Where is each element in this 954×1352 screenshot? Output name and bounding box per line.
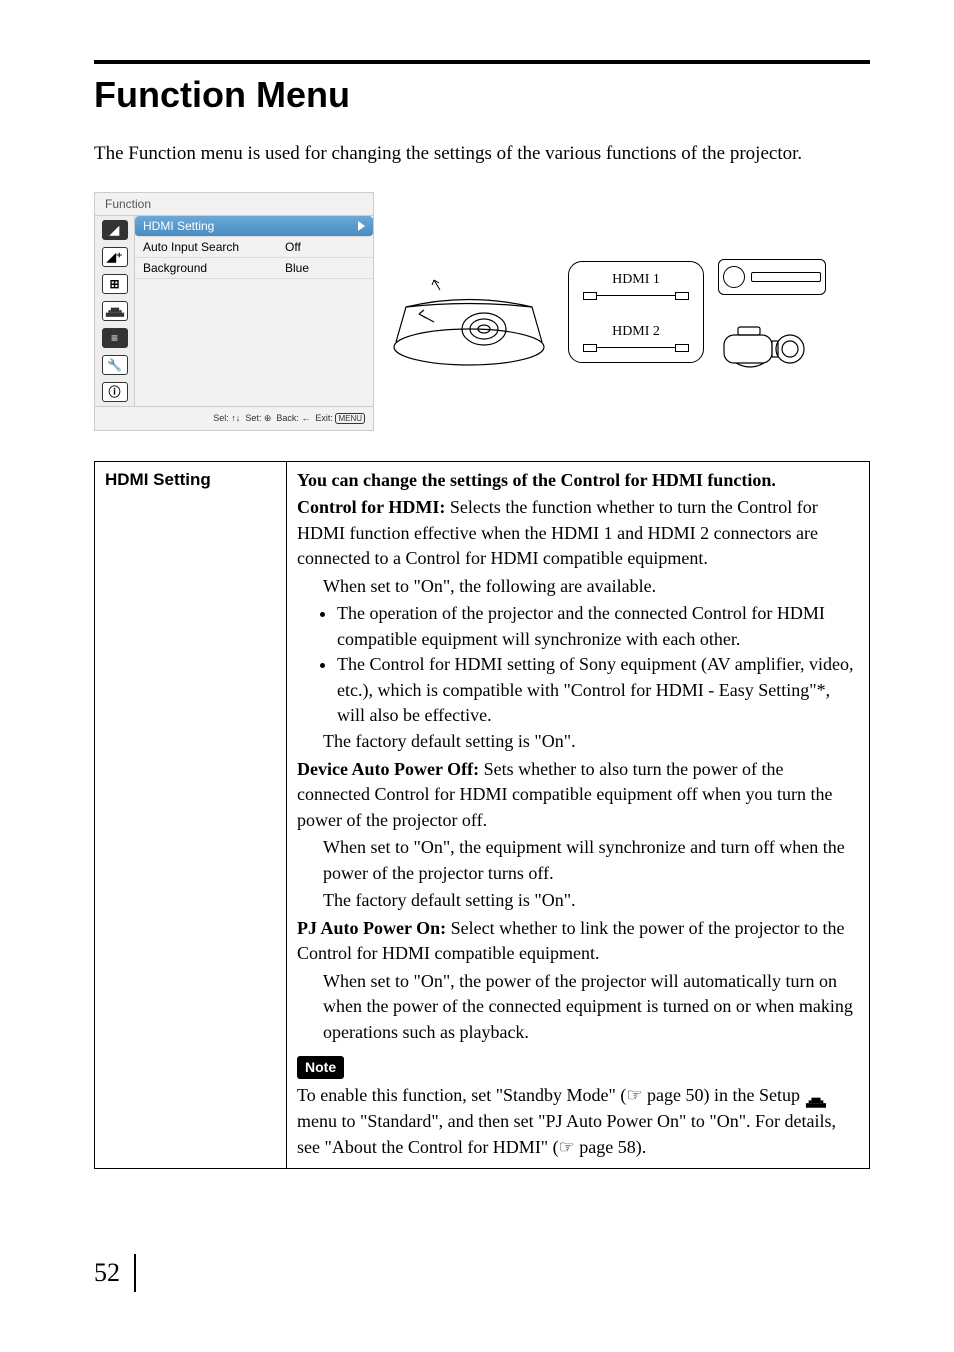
- dapo-on-line: When set to "On", the equipment will syn…: [297, 835, 859, 886]
- osd-row-background[interactable]: Background Blue: [135, 258, 373, 279]
- osd-row-auto-input[interactable]: Auto Input Search Off: [135, 237, 373, 258]
- osd-row-value: [278, 219, 358, 233]
- note-pre: To enable this function, set "Standby Mo…: [297, 1085, 626, 1105]
- dapo-default: The factory default setting is "On".: [297, 888, 859, 914]
- adv-picture-icon: ◢⁺: [102, 247, 128, 267]
- note-text: To enable this function, set "Standby Mo…: [297, 1083, 859, 1160]
- footer-exit: Exit:: [315, 413, 333, 423]
- page-number: 52: [94, 1256, 136, 1294]
- footer-back: Back:: [276, 413, 299, 423]
- note-pageref1: page 50) in the Setup: [643, 1085, 805, 1105]
- table-row: HDMI Setting You can change the settings…: [95, 461, 870, 1169]
- function-icon: ≡: [102, 328, 128, 348]
- picture-icon: ◢: [102, 220, 128, 240]
- pjon-label: PJ Auto Power On:: [297, 918, 446, 938]
- projector-illustration: HDMI 1 HDMI 2: [384, 192, 870, 372]
- control-bullets: The operation of the projector and the c…: [337, 601, 859, 729]
- hdmi-ports: HDMI 1 HDMI 2: [568, 261, 704, 363]
- page-title: Function Menu: [94, 74, 870, 116]
- osd-row-label: Background: [143, 261, 285, 275]
- title-rule: [94, 60, 870, 64]
- note-pageref2: page 58).: [575, 1137, 646, 1157]
- page-number-rule: [134, 1254, 136, 1292]
- control-on-line: When set to "On", the following are avai…: [297, 574, 859, 600]
- control-default: The factory default setting is "On".: [297, 729, 859, 755]
- devices: [718, 253, 826, 371]
- list-item: The operation of the projector and the c…: [337, 601, 859, 652]
- hdmi1-block: HDMI 1: [583, 272, 689, 300]
- row-heading: HDMI Setting: [95, 461, 287, 1169]
- screen-icon: ⊞: [102, 274, 128, 294]
- chevron-right-icon: [358, 221, 365, 231]
- info-icon: ⓘ: [102, 382, 128, 402]
- hdmi2-label: HDMI 2: [583, 324, 689, 340]
- hdmi2-cable-icon: [583, 344, 689, 352]
- pointer-icon: ☞: [626, 1085, 642, 1105]
- note-badge: Note: [297, 1056, 344, 1080]
- bluray-player-icon: [718, 259, 826, 295]
- control-for-hdmi: Control for HDMI: Selects the function w…: [297, 495, 859, 572]
- osd-menu-panel: Function ◢ ◢⁺ ⊞ ≡ 🔧 ⓘ HDMI Setting: [94, 192, 374, 431]
- pj-auto-power-on: PJ Auto Power On: Select whether to link…: [297, 916, 859, 967]
- osd-footer: Sel: ↑↓ Set: ⊕ Back: ← Exit: MENU: [95, 406, 373, 430]
- control-label: Control for HDMI:: [297, 497, 445, 517]
- page-number-value: 52: [94, 1258, 120, 1287]
- row-content: You can change the settings of the Contr…: [287, 461, 870, 1169]
- list-item: The Control for HDMI setting of Sony equ…: [337, 652, 859, 729]
- osd-menu-body: ◢ ◢⁺ ⊞ ≡ 🔧 ⓘ HDMI Setting: [95, 215, 373, 406]
- dapo-label: Device Auto Power Off:: [297, 759, 479, 779]
- pointer-icon: ☞: [559, 1137, 575, 1157]
- pjon-on-line: When set to "On", the power of the proje…: [297, 969, 859, 1046]
- setup-icon: [102, 301, 128, 321]
- osd-rows: HDMI Setting Auto Input Search Off Backg…: [135, 216, 373, 406]
- osd-icon-column: ◢ ◢⁺ ⊞ ≡ 🔧 ⓘ: [95, 216, 135, 406]
- camcorder-icon: [718, 321, 818, 371]
- lead-sentence: You can change the settings of the Contr…: [297, 468, 859, 494]
- hdmi2-block: HDMI 2: [583, 324, 689, 352]
- footer-sel: Sel:: [213, 413, 229, 423]
- footer-menu-badge: MENU: [335, 413, 365, 424]
- footer-set: Set:: [245, 413, 261, 423]
- device-auto-power-off: Device Auto Power Off: Sets whether to a…: [297, 757, 859, 834]
- setup-menu-icon: [805, 1090, 827, 1104]
- spec-table: HDMI Setting You can change the settings…: [94, 461, 870, 1170]
- hdmi1-cable-icon: [583, 292, 689, 300]
- projector-icon: [384, 252, 554, 372]
- intro-text: The Function menu is used for changing t…: [94, 140, 870, 168]
- osd-row-value: Off: [285, 240, 365, 254]
- osd-row-label: HDMI Setting: [143, 219, 278, 233]
- osd-menu-header: Function: [95, 193, 373, 215]
- installation-icon: 🔧: [102, 355, 128, 375]
- osd-row-label: Auto Input Search: [143, 240, 285, 254]
- osd-row-value: Blue: [285, 261, 365, 275]
- note-section: Note To enable this function, set "Stand…: [297, 1048, 859, 1161]
- osd-row-hdmi-setting[interactable]: HDMI Setting: [135, 216, 373, 237]
- hdmi1-label: HDMI 1: [583, 272, 689, 288]
